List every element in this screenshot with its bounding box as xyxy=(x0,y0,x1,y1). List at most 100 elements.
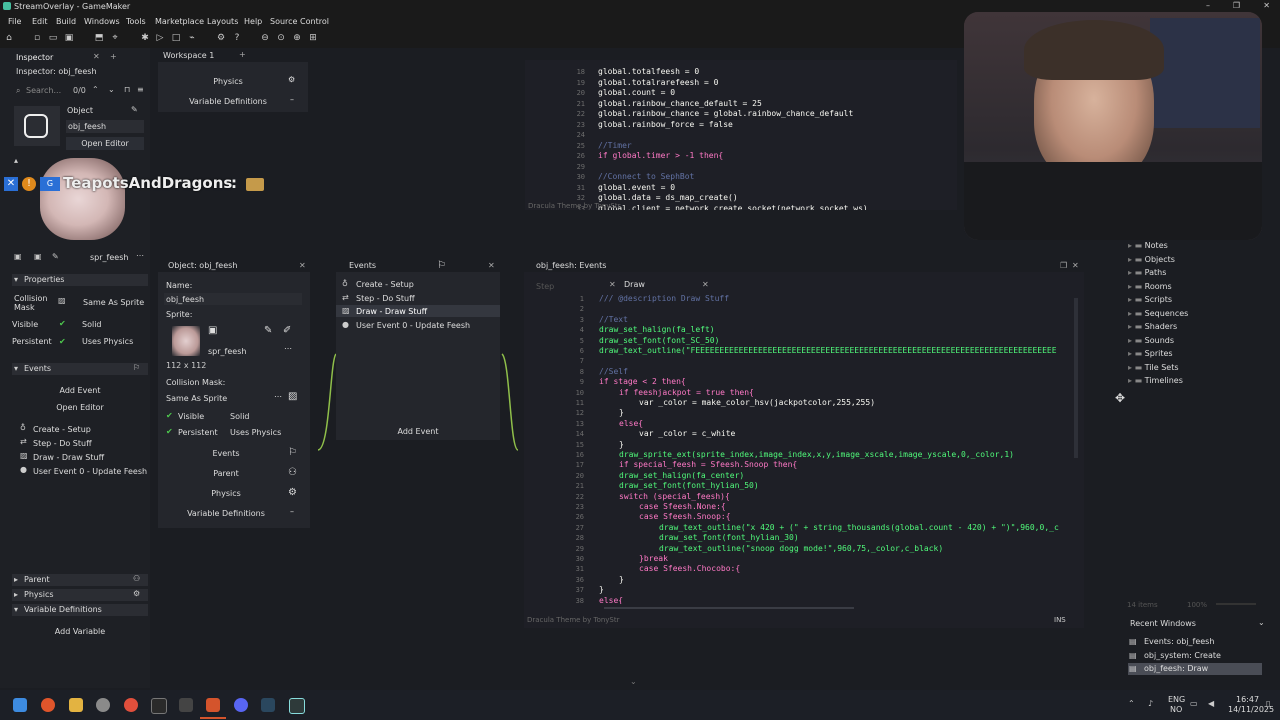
collision-mask-edit-icon[interactable]: ▨ xyxy=(288,391,297,402)
event-item[interactable]: Step - Do Stuff xyxy=(356,294,415,303)
parent-icon[interactable]: ⚇ xyxy=(133,574,140,583)
close-tab-icon[interactable]: ✕ xyxy=(702,280,709,289)
event-item[interactable]: User Event 0 - Update Feesh xyxy=(356,321,470,330)
notification-icon[interactable]: ▯ xyxy=(1266,699,1270,708)
app-icon[interactable] xyxy=(179,698,193,712)
close-tab-icon[interactable]: ✕ xyxy=(609,280,616,289)
code-editor[interactable]: 1 /// @description Draw Stuff 2 3 //Text 4 dra… xyxy=(524,292,1076,604)
firefox-icon[interactable] xyxy=(41,698,55,712)
events-flag-icon[interactable]: ⚐ xyxy=(288,447,297,458)
open-editor-button[interactable]: Open Editor xyxy=(66,137,144,150)
search-next-icon[interactable]: ⌄ xyxy=(108,85,115,94)
stop-icon[interactable]: □ xyxy=(171,33,181,43)
chevron-down-icon[interactable]: ⌄ xyxy=(1258,618,1265,627)
collision-mask-icon[interactable]: ▨ xyxy=(58,296,66,305)
close-tab-icon[interactable]: ✕ xyxy=(93,52,100,61)
vardefs-dash-icon[interactable]: – xyxy=(290,507,294,516)
vlc-icon[interactable] xyxy=(206,698,220,712)
menu-help[interactable]: Help xyxy=(244,17,262,26)
clean-icon[interactable]: ⌖ xyxy=(110,33,120,43)
properties-arrow-icon[interactable]: ▾ xyxy=(14,275,18,284)
chrome-icon[interactable] xyxy=(124,698,138,712)
sprite-select-icon[interactable]: ▣ xyxy=(14,252,22,261)
close-panel-icon[interactable]: ✕ xyxy=(488,261,495,270)
name-field[interactable]: obj_feesh xyxy=(166,295,204,304)
clean-build-icon[interactable]: ⌁ xyxy=(187,33,197,43)
zoom-out-icon[interactable]: ⊖ xyxy=(260,33,270,43)
event-item[interactable]: User Event 0 - Update Feesh xyxy=(33,467,147,476)
parent-arrow-icon[interactable]: ▸ xyxy=(14,575,18,584)
collapse-arrow-icon[interactable]: ▴ xyxy=(14,156,18,165)
variable-definitions-button[interactable]: Variable Definitions xyxy=(162,508,290,520)
vardefs-arrow-icon[interactable]: ▾ xyxy=(14,605,18,614)
recent-window-item-selected[interactable]: ▤ obj_feesh: Draw xyxy=(1128,663,1262,675)
workspace-tab[interactable]: Workspace 1 xyxy=(163,51,214,60)
events-flag-icon[interactable]: ⚐ xyxy=(133,363,140,372)
expand-down-icon[interactable]: ⌄ xyxy=(630,677,637,686)
settings-icon[interactable] xyxy=(96,698,110,712)
close-panel-icon[interactable]: ✕ xyxy=(299,261,306,270)
variable-definitions-button[interactable]: Variable Definitions xyxy=(162,96,294,108)
asset-folder[interactable]: ▸ ▬ Sounds xyxy=(1128,336,1174,345)
grid-icon[interactable]: ⊞ xyxy=(308,33,318,43)
collision-mask-select[interactable]: Same As Sprite xyxy=(166,394,227,403)
debug-icon[interactable]: ✱ xyxy=(140,33,150,43)
add-workspace-icon[interactable]: + xyxy=(239,50,246,59)
input-language[interactable]: ENG xyxy=(1168,695,1185,704)
asset-folder[interactable]: ▸ ▬ Notes xyxy=(1128,241,1168,250)
menu-windows[interactable]: Windows xyxy=(84,17,120,26)
menu-edit[interactable]: Edit xyxy=(32,17,48,26)
menu-file[interactable]: File xyxy=(8,17,21,26)
search-prev-icon[interactable]: ⌃ xyxy=(92,85,99,94)
windows-start-icon[interactable] xyxy=(13,698,27,712)
physics-button[interactable]: Physics xyxy=(162,76,294,88)
asset-folder[interactable]: ▸ ▬ Tile Sets xyxy=(1128,363,1179,372)
search-input[interactable]: Search... xyxy=(26,86,61,95)
tab-step[interactable]: Step xyxy=(536,282,554,291)
sprite-new-icon[interactable]: ▣ xyxy=(34,252,42,261)
sprite-more-icon[interactable]: ⋯ xyxy=(136,251,144,260)
gamemaker-icon[interactable] xyxy=(289,698,305,714)
scrollbar[interactable] xyxy=(1074,298,1078,458)
tab-draw[interactable]: Draw xyxy=(624,280,645,289)
target-icon[interactable]: ⚙ xyxy=(216,33,226,43)
asset-folder[interactable]: ▸ ▬ Sprites xyxy=(1128,349,1173,358)
visible-checkbox[interactable]: ✔ xyxy=(59,319,66,328)
zoom-reset-icon[interactable]: ⊙ xyxy=(276,33,286,43)
close-panel-icon[interactable]: ✕ xyxy=(1072,261,1079,270)
h-scrollbar[interactable] xyxy=(604,607,854,609)
network-icon[interactable]: ▭ xyxy=(1190,699,1198,708)
events-button[interactable]: Events xyxy=(162,448,290,460)
close-icon[interactable]: ✕ xyxy=(1263,1,1270,10)
parent-button[interactable]: Parent xyxy=(162,468,290,480)
menu-tools[interactable]: Tools xyxy=(126,17,146,26)
new-icon[interactable]: ▫ xyxy=(32,33,42,43)
menu-icon[interactable]: ≡ xyxy=(137,85,144,94)
event-item[interactable]: Create - Setup xyxy=(33,425,91,434)
event-item[interactable]: Create - Setup xyxy=(356,280,414,289)
mic-icon[interactable]: ♪ xyxy=(1148,699,1153,708)
asset-folder[interactable]: ▸ ▬ Sequences xyxy=(1128,309,1188,318)
asset-folder[interactable]: ▸ ▬ Shaders xyxy=(1128,322,1177,331)
sprite-edit-icon[interactable]: ✎ xyxy=(264,325,272,336)
asset-folder[interactable]: ▸ ▬ Objects xyxy=(1128,255,1175,264)
sprite-field[interactable]: spr_feesh xyxy=(208,347,246,356)
visible-checkbox[interactable]: ✔ xyxy=(166,411,173,420)
minimize-icon[interactable]: – xyxy=(1206,1,1210,10)
maximize-panel-icon[interactable]: ❐ xyxy=(1060,261,1067,270)
menu-build[interactable]: Build xyxy=(56,17,76,26)
discord-icon[interactable] xyxy=(234,698,248,712)
help-icon[interactable]: ? xyxy=(232,33,242,43)
asset-folder[interactable]: ▸ ▬ Paths xyxy=(1128,268,1166,277)
asset-folder[interactable]: ▸ ▬ Scripts xyxy=(1128,295,1172,304)
recent-window-item[interactable]: ▤ obj_system: Create xyxy=(1128,650,1262,662)
persistent-checkbox[interactable]: ✔ xyxy=(59,337,66,346)
menu-layouts[interactable]: Layouts xyxy=(207,17,238,26)
lock-icon[interactable]: ⊓ xyxy=(124,85,130,94)
physics-gear-icon[interactable]: ⚙ xyxy=(133,589,140,598)
sprite-pencil-icon[interactable]: ✐ xyxy=(283,325,291,336)
physics-button[interactable]: Physics xyxy=(162,488,290,500)
open-icon[interactable]: ▭ xyxy=(48,33,58,43)
add-event-button[interactable]: Add Event xyxy=(336,426,500,438)
event-item[interactable]: Step - Do Stuff xyxy=(33,439,92,448)
